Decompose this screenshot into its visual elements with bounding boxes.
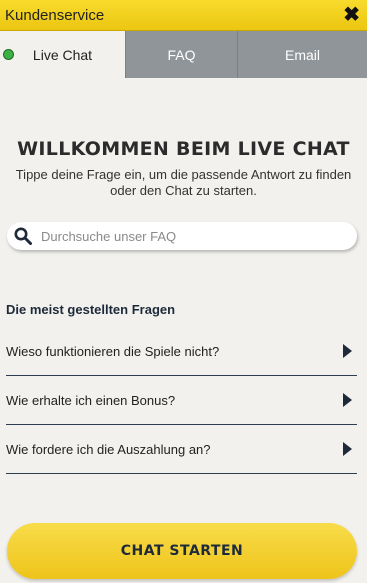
welcome-heading: WILLKOMMEN BEIM LIVE CHAT <box>17 138 350 160</box>
faq-item[interactable]: Wieso funktionieren die Spiele nicht? <box>6 327 357 376</box>
tab-bar: Live Chat FAQ Email <box>0 31 367 78</box>
tab-label: FAQ <box>167 46 196 63</box>
header-bar: Kundenservice ✖ <box>0 0 367 31</box>
online-status-icon <box>3 49 14 60</box>
faq-question: Wieso funktionieren die Spiele nicht? <box>6 343 220 359</box>
faq-question: Wie fordere ich die Auszahlung an? <box>6 441 211 457</box>
faq-heading: Die meist gestellten Fragen <box>6 302 176 317</box>
search-bar <box>7 222 357 250</box>
faq-question: Wie erhalte ich einen Bonus? <box>6 392 176 408</box>
tab-faq[interactable]: FAQ <box>125 31 237 78</box>
tab-label: Email <box>284 46 320 63</box>
search-icon[interactable] <box>13 226 33 246</box>
faq-item[interactable]: Wie erhalte ich einen Bonus? <box>6 376 357 425</box>
welcome-section: WILLKOMMEN BEIM LIVE CHAT Tippe deine Fr… <box>0 138 367 199</box>
close-icon[interactable]: ✖ <box>343 5 360 25</box>
faq-item[interactable]: Wie fordere ich die Auszahlung an? <box>6 425 357 474</box>
tab-email[interactable]: Email <box>237 31 367 78</box>
faq-list: Wieso funktionieren die Spiele nicht? Wi… <box>6 327 357 474</box>
welcome-subtext: Tippe deine Frage ein, um die passende A… <box>15 167 352 198</box>
start-chat-button[interactable]: CHAT STARTEN <box>7 523 357 579</box>
search-input[interactable] <box>41 228 341 244</box>
chevron-right-icon <box>343 442 352 456</box>
tab-label: Live Chat <box>32 46 93 63</box>
header-title: Kundenservice <box>5 6 105 24</box>
faq-section: Die meist gestellten Fragen Wieso funkti… <box>6 302 357 474</box>
chevron-right-icon <box>343 393 352 407</box>
tab-live-chat[interactable]: Live Chat <box>0 31 125 78</box>
chevron-right-icon <box>343 344 352 358</box>
